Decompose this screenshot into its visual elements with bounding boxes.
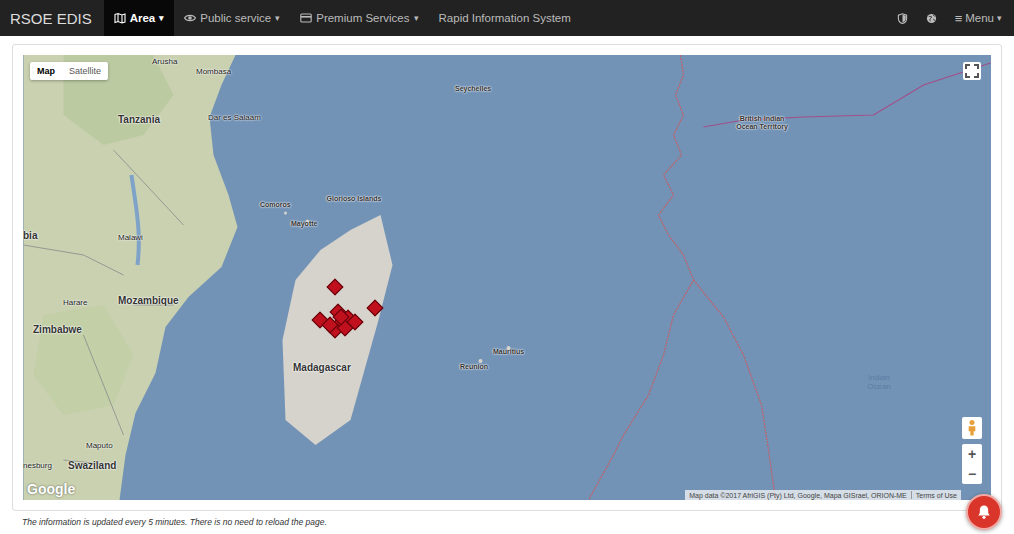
nav-item[interactable]: Premium Services ▾ xyxy=(290,0,428,36)
zoom-button[interactable]: + xyxy=(962,444,982,464)
map-label: Reunion xyxy=(460,363,488,370)
menu-icon: ≡ xyxy=(955,11,963,26)
pegman-button[interactable] xyxy=(962,417,982,439)
eye-icon xyxy=(184,12,196,24)
content: MapSatellite Arusha Mombasa Tanzania Dar es … xyxy=(0,36,1014,527)
map-label: Maputo xyxy=(86,441,113,450)
map-label: nesburg xyxy=(23,461,52,470)
map-panel: MapSatellite Arusha Mombasa Tanzania Dar es … xyxy=(12,44,1002,511)
update-note: The information is updated every 5 minut… xyxy=(12,511,1002,527)
nav-item[interactable]: Public service ▾ xyxy=(174,0,290,36)
pegman-icon xyxy=(967,419,977,437)
fullscreen-button[interactable] xyxy=(963,62,981,80)
menu-button[interactable]: ≡Menu▾ xyxy=(955,11,1002,26)
attribution: Map data ©2017 AfriGIS (Pty) Ltd, Google… xyxy=(685,490,961,500)
page: RSOE EDISArea▾Public service▾Premium Ser… xyxy=(0,0,1014,534)
map-label: Tanzania xyxy=(118,114,160,125)
attribution-text: Map data ©2017 AfriGIS (Pty) Ltd, Google… xyxy=(689,492,907,499)
map-label: Mauritius xyxy=(493,348,524,355)
map-label: Malawi xyxy=(118,233,143,242)
google-logo: Google xyxy=(27,481,75,497)
nav-right: ≡Menu▾ xyxy=(897,0,1014,36)
map-label: Dar es Salaam xyxy=(208,113,261,122)
map-type-toggle: MapSatellite xyxy=(30,62,108,80)
globe-icon[interactable] xyxy=(926,13,937,24)
zoom-button[interactable]: − xyxy=(962,464,982,484)
map-label: Madagascar xyxy=(293,362,351,373)
map-label: British Indian Ocean Territory xyxy=(731,115,793,130)
terms-link[interactable]: Terms of Use xyxy=(916,492,957,499)
map-label: Glorioso Islands xyxy=(323,195,385,203)
map-label: Mombasa xyxy=(196,67,231,76)
menu-label: Menu xyxy=(965,12,994,24)
caret: ▾ xyxy=(159,13,164,23)
bell-icon xyxy=(976,504,992,520)
caret: ▾ xyxy=(414,13,419,23)
nav-items: Area▾Public service▾Premium Services▾Rap… xyxy=(104,0,581,36)
brand[interactable]: RSOE EDIS xyxy=(0,0,104,36)
map-label: Harare xyxy=(63,298,87,307)
map[interactable]: MapSatellite Arusha Mombasa Tanzania Dar es … xyxy=(23,55,991,500)
nav-label: Premium Services xyxy=(316,12,409,24)
map-label: Seychelles xyxy=(455,85,491,92)
map-label: Mayotte xyxy=(291,220,317,227)
map-label: Zimbabwe xyxy=(33,324,82,335)
nav-label: Public service xyxy=(200,12,271,24)
map-label: Swaziland xyxy=(68,460,116,471)
map-label: Arusha xyxy=(152,57,177,66)
nav-item[interactable]: Area▾ xyxy=(104,0,175,36)
nav-item[interactable]: Rapid Information System xyxy=(429,0,581,36)
map-icon xyxy=(114,12,126,24)
navbar: RSOE EDISArea▾Public service▾Premium Ser… xyxy=(0,0,1014,36)
nav-label: Area xyxy=(130,12,156,24)
card-icon xyxy=(300,12,312,24)
nav-label: Rapid Information System xyxy=(439,12,571,24)
map-type-button[interactable]: Map xyxy=(30,62,62,80)
map-canvas xyxy=(23,55,991,500)
map-type-button[interactable]: Satellite xyxy=(62,62,108,80)
map-label: Indian Ocean xyxy=(861,373,897,391)
caret: ▾ xyxy=(997,13,1002,23)
map-label: bia xyxy=(23,230,37,241)
notification-button[interactable] xyxy=(966,494,1002,530)
fullscreen-icon xyxy=(965,64,979,78)
separator xyxy=(911,491,912,499)
map-label: Comoros xyxy=(260,201,291,208)
shield-icon[interactable] xyxy=(897,13,908,24)
map-label: Mozambique xyxy=(118,295,179,306)
caret: ▾ xyxy=(275,13,280,23)
zoom-control: +− xyxy=(962,444,982,484)
